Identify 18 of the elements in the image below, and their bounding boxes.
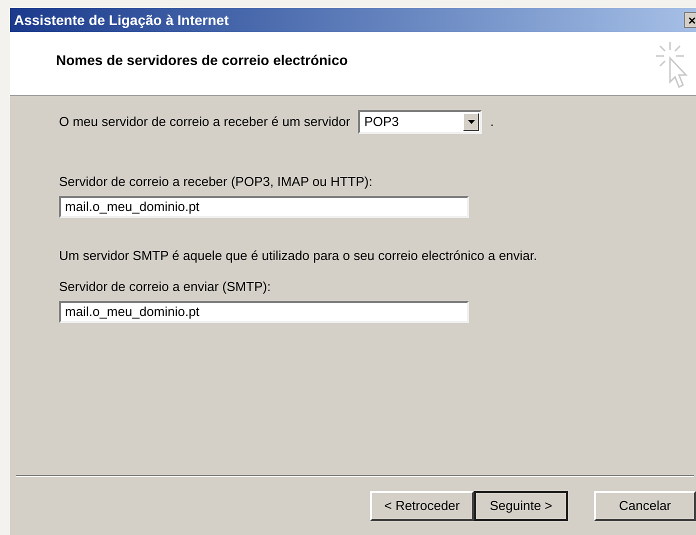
server-type-dropdown[interactable]: POP3 [358,110,482,134]
incoming-server-field[interactable]: mail.o_meu_dominio.pt [59,196,469,218]
incoming-server-label: Servidor de correio a receber (POP3, IMAP ou HTTP): [59,173,374,191]
wizard-button[interactable]: < Retroceder [370,491,474,521]
sentence-period: . [490,113,494,132]
close-button[interactable]: × [684,12,696,28]
outgoing-server-field[interactable]: mail.o_meu_dominio.pt [59,300,469,322]
wizard-button[interactable]: Seguinte > [474,491,568,521]
window-title: Assistente de Ligação à Internet [14,10,229,30]
server-type-label: O meu servidor de correio a receber é um servidor [59,113,350,132]
smtp-description: Um servidor SMTP é aquele que é utilizado para o seu correio electrónico a enviar. [59,246,538,265]
caret-icon [468,120,475,124]
outgoing-server-label: Servidor de correio a enviar (SMTP): [59,278,272,296]
dropdown-arrow-button[interactable] [463,113,480,131]
page-heading: Nomes de servidores de correio electrónico [56,51,348,70]
wizard-button[interactable]: Cancelar [594,491,696,521]
dropdown-value: POP3 [364,113,399,132]
pointer-sparkle-icon [654,40,690,90]
